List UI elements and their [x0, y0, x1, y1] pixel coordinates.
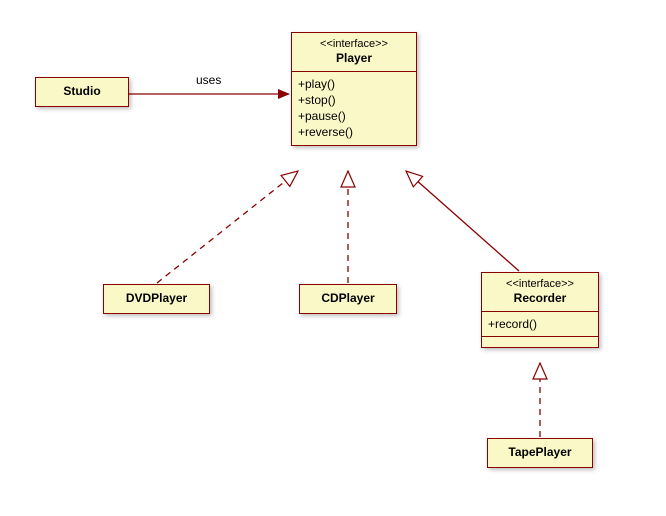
- interface-recorder: <<interface>> Recorder +record(): [481, 272, 599, 348]
- op-row: +record(): [488, 316, 592, 332]
- interface-recorder-ops: +record(): [482, 312, 598, 336]
- interface-recorder-stereotype: <<interface>>: [488, 277, 592, 291]
- empty-compartment: [482, 337, 598, 347]
- interface-player: <<interface>> Player +play() +stop() +pa…: [291, 32, 417, 146]
- edge-dvd-realizes-player: [157, 171, 298, 283]
- class-cdplayer-name: CDPlayer: [300, 285, 396, 313]
- op-row: +pause(): [298, 108, 410, 124]
- class-studio-name: Studio: [36, 78, 128, 106]
- class-tapeplayer: TapePlayer: [487, 438, 593, 468]
- edge-label-uses: uses: [196, 73, 221, 87]
- class-dvdplayer-name: DVDPlayer: [104, 285, 209, 313]
- op-row: +stop(): [298, 92, 410, 108]
- class-dvdplayer: DVDPlayer: [103, 284, 210, 314]
- interface-player-name: Player: [298, 51, 410, 67]
- op-row: +reverse(): [298, 124, 410, 140]
- edge-recorder-extends-player: [406, 171, 519, 271]
- class-studio: Studio: [35, 77, 129, 107]
- op-row: +play(): [298, 76, 410, 92]
- interface-player-stereotype: <<interface>>: [298, 37, 410, 51]
- class-tapeplayer-name: TapePlayer: [488, 439, 592, 467]
- interface-player-ops: +play() +stop() +pause() +reverse(): [292, 72, 416, 145]
- interface-player-title: <<interface>> Player: [292, 33, 416, 71]
- class-cdplayer: CDPlayer: [299, 284, 397, 314]
- interface-recorder-title: <<interface>> Recorder: [482, 273, 598, 311]
- interface-recorder-name: Recorder: [488, 291, 592, 307]
